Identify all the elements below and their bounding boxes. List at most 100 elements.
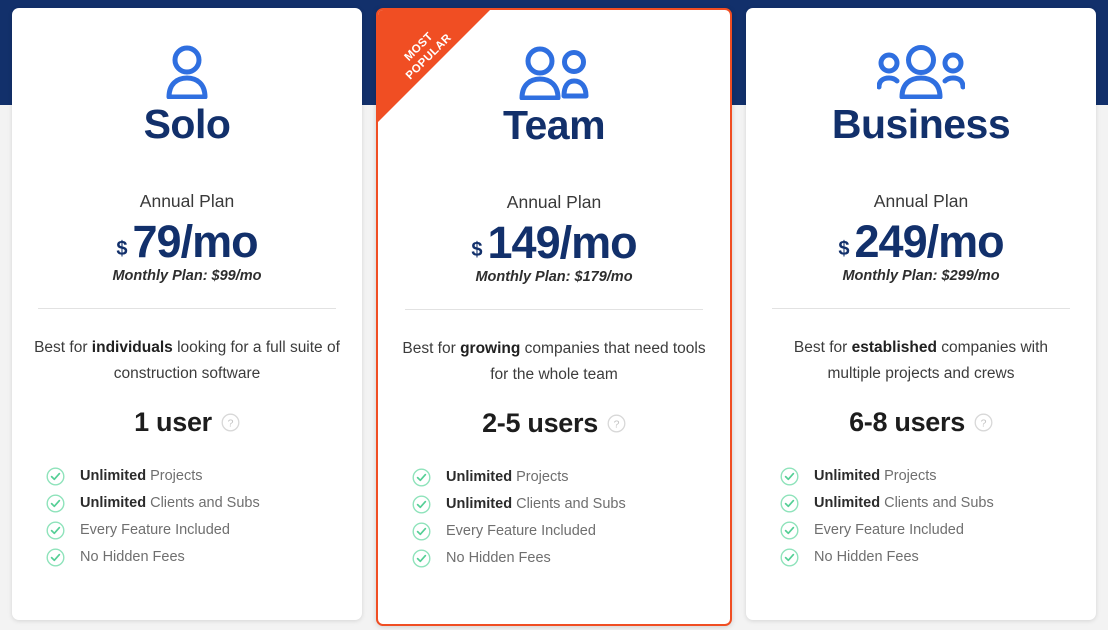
check-circle-icon-svg: [46, 521, 65, 540]
card-divider: [772, 308, 1070, 309]
feature-item: Unlimited Projects: [780, 466, 1074, 486]
seats-row: 2-5 users ?: [482, 408, 626, 439]
billing-period-label: Annual Plan: [507, 192, 601, 213]
check-circle-icon: [46, 494, 65, 513]
single-person-icon-svg: [161, 43, 213, 99]
plan-name: Business: [832, 104, 1010, 145]
feature-label-text: Every Feature Included: [80, 522, 230, 538]
feature-item: Unlimited Clients and Subs: [46, 493, 340, 513]
check-circle-icon-svg: [46, 548, 65, 567]
price-line: $ 149/mo: [471, 219, 636, 266]
plan-name: Solo: [144, 104, 231, 145]
check-circle-icon-svg: [780, 521, 799, 540]
check-circle-icon-svg: [412, 522, 431, 541]
plan-description: Best for growing companies that need too…: [400, 336, 708, 388]
help-circle-icon-svg: ?: [974, 413, 993, 432]
seats-count: 2-5 users: [482, 408, 598, 439]
feature-label: Unlimited Projects: [446, 467, 568, 487]
check-circle-icon-svg: [780, 494, 799, 513]
alternate-price-label: Monthly Plan: $179/mo: [475, 269, 632, 285]
feature-label: Unlimited Clients and Subs: [80, 493, 260, 513]
seats-count: 6-8 users: [849, 407, 965, 438]
feature-item: No Hidden Fees: [46, 547, 340, 567]
price-amount: 249/mo: [855, 218, 1004, 265]
plan-description: Best for individuals looking for a full …: [34, 335, 340, 387]
feature-item: Unlimited Projects: [46, 466, 340, 486]
feature-label: Unlimited Clients and Subs: [814, 493, 994, 513]
price-currency: $: [471, 239, 482, 262]
feature-item: Every Feature Included: [46, 520, 340, 540]
help-circle-icon-svg: ?: [221, 413, 240, 432]
pricing-plans-row: Solo Annual Plan $ 79/mo Monthly Plan: $9…: [0, 0, 1108, 630]
feature-label: Unlimited Projects: [80, 466, 202, 486]
check-circle-icon-svg: [46, 467, 65, 486]
feature-item: Unlimited Clients and Subs: [412, 494, 708, 514]
price-amount: 79/mo: [133, 218, 258, 265]
price-amount: 149/mo: [488, 219, 637, 266]
feature-label: Every Feature Included: [814, 520, 964, 540]
help-circle-icon[interactable]: ?: [221, 413, 240, 432]
feature-label-text: Projects: [512, 469, 568, 485]
plan-description-emphasis: established: [852, 339, 937, 356]
check-circle-icon-svg: [780, 467, 799, 486]
feature-label: Unlimited Clients and Subs: [446, 494, 626, 514]
feature-item: Every Feature Included: [780, 520, 1074, 540]
feature-label: No Hidden Fees: [814, 547, 919, 567]
feature-item: No Hidden Fees: [780, 547, 1074, 567]
check-circle-icon: [412, 522, 431, 541]
alternate-price-label: Monthly Plan: $99/mo: [112, 268, 261, 284]
ribbon-label: MOST POPULAR: [378, 10, 471, 99]
svg-text:?: ?: [981, 418, 987, 430]
feature-label-text: Clients and Subs: [146, 495, 260, 511]
three-people-icon: [877, 42, 965, 100]
feature-label-text: No Hidden Fees: [80, 549, 185, 565]
check-circle-icon: [780, 467, 799, 486]
check-circle-icon-svg: [46, 494, 65, 513]
two-people-icon: [516, 43, 592, 101]
check-circle-icon: [412, 468, 431, 487]
feature-label: Every Feature Included: [80, 520, 230, 540]
price-line: $ 249/mo: [838, 218, 1003, 265]
feature-label-text: Every Feature Included: [446, 523, 596, 539]
feature-label-text: No Hidden Fees: [814, 549, 919, 565]
price-line: $ 79/mo: [116, 218, 257, 265]
seats-count: 1 user: [134, 407, 212, 438]
plan-card-solo[interactable]: SoloAnnual Plan $ 79/mo Monthly Plan: $9…: [12, 8, 362, 620]
feature-item: No Hidden Fees: [412, 548, 708, 568]
check-circle-icon: [46, 548, 65, 567]
feature-label: No Hidden Fees: [446, 548, 551, 568]
feature-list: Unlimited Projects Unlimited Clients and…: [768, 466, 1074, 567]
ribbon-triangle: [378, 10, 490, 122]
feature-label-text: Clients and Subs: [512, 496, 626, 512]
plan-description-prefix: Best for: [402, 340, 460, 357]
single-person-icon: [161, 42, 213, 100]
check-circle-icon: [780, 521, 799, 540]
plan-card-business[interactable]: BusinessAnnual Plan $ 249/mo Monthly Pla…: [746, 8, 1096, 620]
help-circle-icon[interactable]: ?: [607, 414, 626, 433]
feature-label: Every Feature Included: [446, 521, 596, 541]
plan-description-suffix: companies that need tools for the whole …: [490, 340, 705, 383]
card-divider: [405, 309, 703, 310]
ribbon-line-2: POPULAR: [387, 15, 470, 98]
seats-row: 6-8 users ?: [849, 407, 993, 438]
feature-label: No Hidden Fees: [80, 547, 185, 567]
card-divider: [38, 308, 336, 309]
help-circle-icon-svg: ?: [607, 414, 626, 433]
plan-card-team[interactable]: MOST POPULAR TeamAnnual Plan $ 149/mo Mo…: [376, 8, 732, 626]
help-circle-icon[interactable]: ?: [974, 413, 993, 432]
check-circle-icon: [412, 549, 431, 568]
feature-label-text: Projects: [146, 468, 202, 484]
three-people-icon-svg: [877, 43, 965, 99]
ribbon-line-1: MOST: [378, 10, 461, 89]
feature-label-emphasis: Unlimited: [80, 495, 146, 511]
plan-description-emphasis: growing: [460, 340, 520, 357]
feature-label-emphasis: Unlimited: [446, 496, 512, 512]
feature-label-emphasis: Unlimited: [446, 469, 512, 485]
check-circle-icon: [412, 495, 431, 514]
feature-label-text: No Hidden Fees: [446, 550, 551, 566]
check-circle-icon-svg: [780, 548, 799, 567]
feature-label-emphasis: Unlimited: [814, 468, 880, 484]
feature-item: Unlimited Projects: [412, 467, 708, 487]
feature-item: Every Feature Included: [412, 521, 708, 541]
feature-label: Unlimited Projects: [814, 466, 936, 486]
